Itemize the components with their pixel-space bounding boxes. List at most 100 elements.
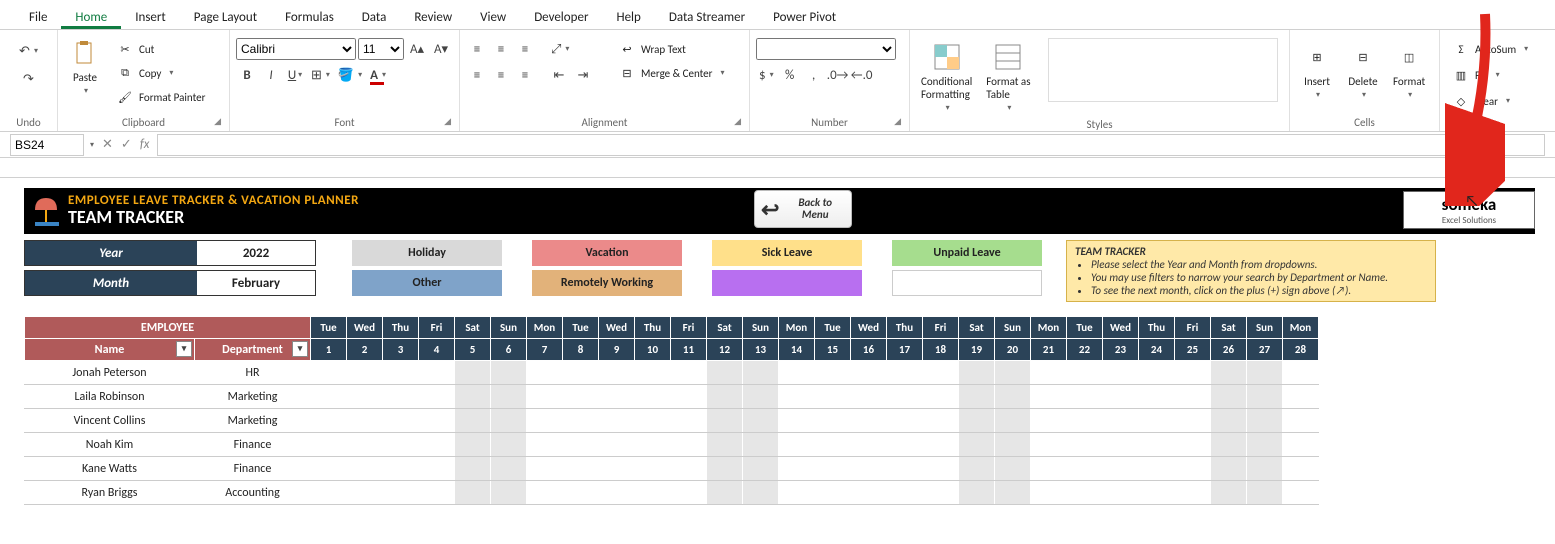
leave-cell[interactable] xyxy=(959,481,995,505)
leave-cell[interactable] xyxy=(1175,457,1211,481)
leave-cell[interactable] xyxy=(419,457,455,481)
ribbon-tab-data[interactable]: Data xyxy=(348,4,401,29)
leave-cell[interactable] xyxy=(1175,481,1211,505)
leave-cell[interactable] xyxy=(671,481,707,505)
leave-cell[interactable] xyxy=(347,409,383,433)
paste-button[interactable]: Paste ▾ xyxy=(64,34,106,99)
leave-cell[interactable] xyxy=(1211,361,1247,385)
leave-cell[interactable] xyxy=(419,361,455,385)
merge-center-button[interactable]: ⊟Merge & Center▾ xyxy=(612,62,732,84)
leave-cell[interactable] xyxy=(1031,457,1067,481)
leave-cell[interactable] xyxy=(1211,385,1247,409)
leave-cell[interactable] xyxy=(1139,481,1175,505)
leave-cell[interactable] xyxy=(311,457,347,481)
decrease-decimal-button[interactable]: ←.0 xyxy=(851,64,873,86)
leave-cell[interactable] xyxy=(815,409,851,433)
leave-cell[interactable] xyxy=(599,409,635,433)
leave-cell[interactable] xyxy=(1067,361,1103,385)
leave-cell[interactable] xyxy=(1103,361,1139,385)
leave-cell[interactable] xyxy=(851,361,887,385)
leave-cell[interactable] xyxy=(347,385,383,409)
leave-cell[interactable] xyxy=(347,361,383,385)
leave-cell[interactable] xyxy=(995,409,1031,433)
leave-cell[interactable] xyxy=(707,361,743,385)
leave-cell[interactable] xyxy=(959,385,995,409)
cut-button[interactable]: ✂Cut xyxy=(110,38,212,60)
leave-cell[interactable] xyxy=(455,433,491,457)
leave-cell[interactable] xyxy=(851,385,887,409)
ribbon-tab-insert[interactable]: Insert xyxy=(121,4,180,29)
leave-cell[interactable] xyxy=(1283,481,1319,505)
leave-cell[interactable] xyxy=(347,481,383,505)
leave-cell[interactable] xyxy=(491,433,527,457)
font-name-select[interactable]: Calibri xyxy=(236,38,356,60)
leave-cell[interactable] xyxy=(383,409,419,433)
format-cells-button[interactable]: ◫Format▾ xyxy=(1388,38,1430,103)
format-painter-button[interactable]: 🖌Format Painter xyxy=(110,86,212,108)
accounting-format-button[interactable]: $▾ xyxy=(756,64,777,86)
leave-cell[interactable] xyxy=(1283,385,1319,409)
font-dialog-launcher[interactable]: ◢ xyxy=(444,116,451,127)
leave-cell[interactable] xyxy=(779,481,815,505)
leave-cell[interactable] xyxy=(923,385,959,409)
formula-input[interactable] xyxy=(157,134,1545,156)
leave-cell[interactable] xyxy=(887,385,923,409)
leave-cell[interactable] xyxy=(923,481,959,505)
ribbon-tab-powerpivot[interactable]: Power Pivot xyxy=(759,4,850,29)
leave-cell[interactable] xyxy=(1247,433,1283,457)
leave-cell[interactable] xyxy=(419,385,455,409)
ribbon-tab-view[interactable]: View xyxy=(466,4,520,29)
leave-cell[interactable] xyxy=(635,481,671,505)
leave-cell[interactable] xyxy=(383,433,419,457)
leave-cell[interactable] xyxy=(419,433,455,457)
align-left-button[interactable]: ≡ xyxy=(466,64,488,86)
clipboard-dialog-launcher[interactable]: ◢ xyxy=(214,116,221,127)
align-center-button[interactable]: ≡ xyxy=(490,64,512,86)
percent-format-button[interactable]: % xyxy=(779,64,801,86)
fx-button[interactable]: fx xyxy=(140,137,150,152)
leave-cell[interactable] xyxy=(779,385,815,409)
leave-cell[interactable] xyxy=(635,409,671,433)
dept-column-header[interactable]: Department▾ xyxy=(195,339,311,361)
leave-cell[interactable] xyxy=(491,457,527,481)
name-box[interactable] xyxy=(10,134,84,156)
conditional-formatting-button[interactable]: Conditional Formatting▾ xyxy=(916,38,977,116)
ribbon-tab-developer[interactable]: Developer xyxy=(520,4,602,29)
align-right-button[interactable]: ≡ xyxy=(514,64,536,86)
leave-cell[interactable] xyxy=(1067,433,1103,457)
leave-cell[interactable] xyxy=(491,481,527,505)
leave-cell[interactable] xyxy=(1211,409,1247,433)
leave-cell[interactable] xyxy=(1247,385,1283,409)
leave-cell[interactable] xyxy=(671,385,707,409)
leave-cell[interactable] xyxy=(815,457,851,481)
leave-cell[interactable] xyxy=(779,361,815,385)
align-bottom-button[interactable]: ≡ xyxy=(514,38,536,60)
leave-cell[interactable] xyxy=(1031,385,1067,409)
leave-cell[interactable] xyxy=(635,361,671,385)
leave-cell[interactable] xyxy=(563,457,599,481)
leave-cell[interactable] xyxy=(1103,481,1139,505)
leave-cell[interactable] xyxy=(851,457,887,481)
leave-cell[interactable] xyxy=(923,361,959,385)
leave-cell[interactable] xyxy=(995,457,1031,481)
leave-cell[interactable] xyxy=(815,361,851,385)
clear-button[interactable]: ◇Clear▾ xyxy=(1446,90,1517,112)
leave-cell[interactable] xyxy=(923,433,959,457)
leave-cell[interactable] xyxy=(383,361,419,385)
back-to-menu-button[interactable]: ↩ Back to Menu xyxy=(754,190,852,228)
align-top-button[interactable]: ≡ xyxy=(466,38,488,60)
leave-cell[interactable] xyxy=(491,409,527,433)
leave-cell[interactable] xyxy=(959,361,995,385)
leave-cell[interactable] xyxy=(851,433,887,457)
leave-cell[interactable] xyxy=(527,433,563,457)
year-selector[interactable]: Year 2022 xyxy=(24,240,316,266)
leave-cell[interactable] xyxy=(887,361,923,385)
leave-cell[interactable] xyxy=(1247,361,1283,385)
leave-cell[interactable] xyxy=(527,361,563,385)
leave-cell[interactable] xyxy=(959,409,995,433)
fill-button[interactable]: ▥Fill▾ xyxy=(1446,64,1507,86)
leave-cell[interactable] xyxy=(851,409,887,433)
leave-cell[interactable] xyxy=(1031,433,1067,457)
leave-cell[interactable] xyxy=(1139,361,1175,385)
leave-cell[interactable] xyxy=(1103,385,1139,409)
